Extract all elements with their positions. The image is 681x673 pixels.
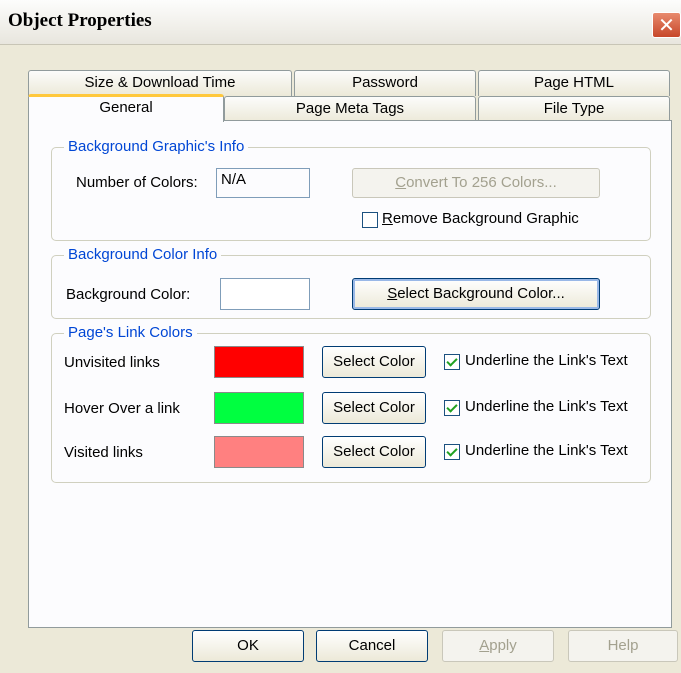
group-legend: Background Color Info: [64, 245, 222, 265]
object-properties-dialog: Object Properties ✕ Size & Download Time…: [0, 0, 681, 673]
help-button[interactable]: Help: [568, 630, 678, 662]
access-key: A: [479, 637, 490, 654]
remove-background-graphic-checkbox[interactable]: [362, 212, 378, 228]
number-of-colors-field: N/A: [216, 168, 310, 198]
apply-button[interactable]: Apply: [442, 630, 554, 662]
tab-label: Page HTML: [533, 74, 615, 91]
unvisited-link-color-swatch: [214, 346, 304, 378]
button-label: Select Color: [333, 353, 415, 370]
tab-label: Page Meta Tags: [295, 100, 405, 117]
underline-label: Underline the Link's Text: [465, 352, 628, 369]
general-tab-panel: Background Graphic's Info Number of Colo…: [28, 120, 672, 628]
button-label: OK: [237, 637, 259, 654]
link-row-label: Visited links: [64, 444, 143, 461]
hover-link-color-swatch: [214, 392, 304, 424]
button-label: pply: [489, 637, 517, 654]
tab-label: File Type: [543, 100, 605, 117]
remove-background-graphic-label: Remove Background Graphic: [382, 210, 579, 227]
button-label: Select Color: [333, 399, 415, 416]
select-background-color-button[interactable]: Select Background Color...: [352, 278, 600, 310]
link-row-label: Unvisited links: [64, 354, 160, 371]
tab-page-meta-tags[interactable]: Page Meta Tags: [224, 96, 476, 122]
underline-label: Underline the Link's Text: [465, 442, 628, 459]
cancel-button[interactable]: Cancel: [316, 630, 428, 662]
access-key: S: [387, 285, 398, 302]
tab-page-html[interactable]: Page HTML: [478, 70, 670, 96]
tab-label: Size & Download Time: [84, 74, 236, 91]
background-graphic-group: Background Graphic's Info Number of Colo…: [51, 137, 651, 241]
tab-label: Password: [352, 74, 418, 91]
access-key: C: [395, 174, 407, 191]
tab-size-download-time[interactable]: Size & Download Time: [28, 70, 292, 96]
underline-hover-checkbox[interactable]: [444, 400, 460, 416]
underline-unvisited-checkbox[interactable]: [444, 354, 460, 370]
select-visited-color-button[interactable]: Select Color: [322, 436, 426, 468]
button-label: Cancel: [348, 637, 396, 654]
checkbox-label: emove Background Graphic: [392, 210, 579, 227]
link-row-label: Hover Over a link: [64, 400, 180, 417]
link-colors-group: Page's Link Colors Unvisited links Selec…: [51, 323, 651, 483]
tab-label: General: [99, 99, 153, 116]
number-of-colors-label: Number of Colors:: [76, 174, 198, 191]
visited-link-color-swatch: [214, 436, 304, 468]
background-color-swatch: [220, 278, 310, 310]
select-unvisited-color-button[interactable]: Select Color: [322, 346, 426, 378]
window-title: Object Properties: [8, 10, 152, 31]
underline-label: Underline the Link's Text: [465, 398, 628, 415]
button-label: Help: [607, 637, 639, 654]
background-color-group: Background Color Info Background Color: …: [51, 245, 651, 319]
tab-general[interactable]: General: [28, 94, 224, 122]
group-legend: Page's Link Colors: [64, 323, 197, 343]
access-key: R: [382, 210, 393, 227]
tab-password[interactable]: Password: [294, 70, 476, 96]
select-hover-color-button[interactable]: Select Color: [322, 392, 426, 424]
background-color-label: Background Color:: [66, 286, 191, 303]
convert-to-256-colors-button[interactable]: Convert To 256 Colors...: [352, 168, 600, 198]
ok-button[interactable]: OK: [192, 630, 304, 662]
button-label: elect Background Color...: [397, 285, 565, 302]
close-icon: ✕: [658, 13, 675, 37]
underline-visited-checkbox[interactable]: [444, 444, 460, 460]
tab-file-type[interactable]: File Type: [478, 96, 670, 122]
button-label: onvert To 256 Colors...: [406, 174, 557, 191]
group-legend: Background Graphic's Info: [64, 137, 249, 157]
close-button[interactable]: ✕: [652, 12, 681, 38]
button-label: Select Color: [333, 443, 415, 460]
title-bar: Object Properties ✕: [0, 0, 681, 45]
